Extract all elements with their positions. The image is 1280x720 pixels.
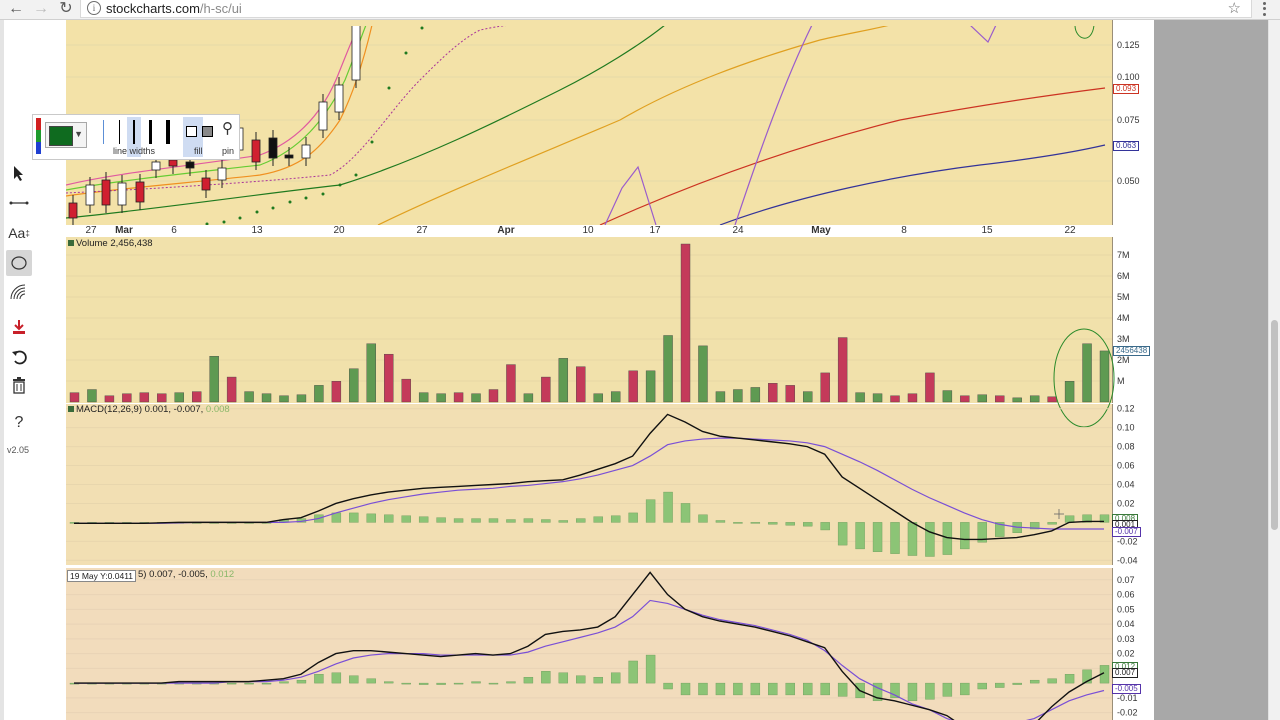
line-width-4-option[interactable] <box>149 120 152 144</box>
macd-tick-label: 0.02 <box>1117 649 1135 659</box>
histogram-bar <box>750 682 761 696</box>
rgb-color-0[interactable] <box>36 118 41 130</box>
line-tool-icon[interactable] <box>6 190 32 216</box>
macd-tick-label: 0.05 <box>1117 604 1135 614</box>
macd2-title: 5) 0.007, -0.005, 0.012 <box>138 569 235 580</box>
histogram-bar <box>803 682 813 696</box>
histogram-bar <box>296 679 307 684</box>
rgb-color-strip[interactable] <box>36 118 41 156</box>
histogram-bar <box>925 682 935 700</box>
macd-value-tag: 0.007 <box>1112 668 1139 678</box>
macd-tick-label: 0.03 <box>1117 634 1135 644</box>
fibonacci-arc-tool-icon[interactable] <box>6 279 32 305</box>
macd2-chart-svg: 0.070.060.050.040.030.020.01-0.01-0.02 <box>66 571 1138 720</box>
histogram-bar <box>995 682 1005 688</box>
histogram-bar <box>645 654 656 684</box>
selected-color-swatch <box>49 126 73 146</box>
histogram-bar <box>401 682 411 685</box>
histogram-bar <box>471 681 481 684</box>
chevron-down-icon: ▼ <box>74 129 83 139</box>
histogram-bar <box>593 677 603 684</box>
text-tool-icon[interactable]: Aa ‡ <box>6 220 32 246</box>
crosshair-tooltip: 19 May Y:0.0411 <box>67 570 137 582</box>
histogram-bar <box>506 681 516 684</box>
price-value-tag: 0.063 <box>1113 141 1140 151</box>
rgb-color-1[interactable] <box>36 130 41 142</box>
histogram-bar <box>523 677 534 684</box>
price-value-tag: 0.093 <box>1113 84 1140 94</box>
line-width-5-option[interactable] <box>166 120 170 144</box>
version-label: v2.05 <box>7 445 30 455</box>
histogram-bar <box>907 682 918 702</box>
histogram-bar <box>733 682 743 696</box>
line-width-2-option[interactable] <box>119 120 120 144</box>
macd-tick-label: 0.04 <box>1117 619 1135 629</box>
histogram-bar <box>977 682 987 690</box>
histogram-bar <box>314 674 324 684</box>
macd2-histogram <box>69 654 1110 702</box>
histogram-bar <box>261 682 272 685</box>
trash-icon[interactable] <box>6 372 32 398</box>
histogram-bar <box>384 681 394 684</box>
histogram-bar <box>453 682 464 685</box>
histogram-bar <box>279 681 289 684</box>
histogram-bar <box>663 682 673 690</box>
histogram-bar <box>698 682 708 696</box>
solid-fill-option[interactable] <box>202 126 213 137</box>
drawing-style-toolbar: ▼ line widths fill ⚲ pin <box>32 114 240 160</box>
line-widths-label: line widths <box>113 146 156 156</box>
macd-tick-label: -0.02 <box>1117 708 1138 718</box>
pin-icon[interactable]: ⚲ <box>222 119 233 137</box>
histogram-bar <box>820 682 830 696</box>
macd-tick-label: -0.01 <box>1117 693 1138 703</box>
histogram-bar <box>1029 679 1040 684</box>
line-width-3-option[interactable] <box>133 120 135 144</box>
histogram-bar <box>244 682 254 685</box>
histogram-bar <box>226 682 237 685</box>
histogram-bar <box>436 682 446 685</box>
color-picker-dropdown[interactable]: ▼ <box>45 122 87 148</box>
histogram-bar <box>488 682 499 685</box>
save-icon[interactable] <box>6 314 32 340</box>
macd-tick-label: 0.07 <box>1117 575 1135 585</box>
histogram-bar <box>366 678 376 684</box>
histogram-bar <box>768 682 778 696</box>
histogram-bar <box>418 682 429 685</box>
histogram-bar <box>1064 674 1075 684</box>
pointer-tool-icon[interactable] <box>6 160 32 186</box>
rgb-color-2[interactable] <box>36 142 41 154</box>
histogram-bar <box>576 675 586 684</box>
histogram-bar <box>610 672 621 684</box>
line-width-1-option[interactable] <box>103 120 104 144</box>
fill-label: fill <box>194 146 203 156</box>
histogram-bar <box>349 675 359 684</box>
histogram-bar <box>541 671 551 684</box>
macd2-signal-line <box>74 599 1105 720</box>
histogram-bar <box>960 682 970 696</box>
ellipse-tool-icon[interactable] <box>6 250 32 276</box>
pin-label: pin <box>222 146 235 156</box>
histogram-bar <box>1047 678 1057 684</box>
histogram-bar <box>628 660 638 684</box>
histogram-bar <box>1012 682 1022 685</box>
histogram-bar <box>942 682 953 697</box>
histogram-bar <box>558 672 569 684</box>
macd-value-tag: -0.005 <box>1112 684 1141 694</box>
histogram-bar <box>715 682 726 696</box>
histogram-bar <box>837 682 848 697</box>
macd-tick-label: 0.06 <box>1117 590 1135 600</box>
no-fill-option[interactable] <box>186 126 197 137</box>
histogram-bar <box>785 682 795 696</box>
help-icon[interactable]: ? <box>6 410 32 436</box>
histogram-bar <box>680 682 691 696</box>
histogram-bar <box>331 672 342 684</box>
undo-icon[interactable] <box>6 344 32 370</box>
